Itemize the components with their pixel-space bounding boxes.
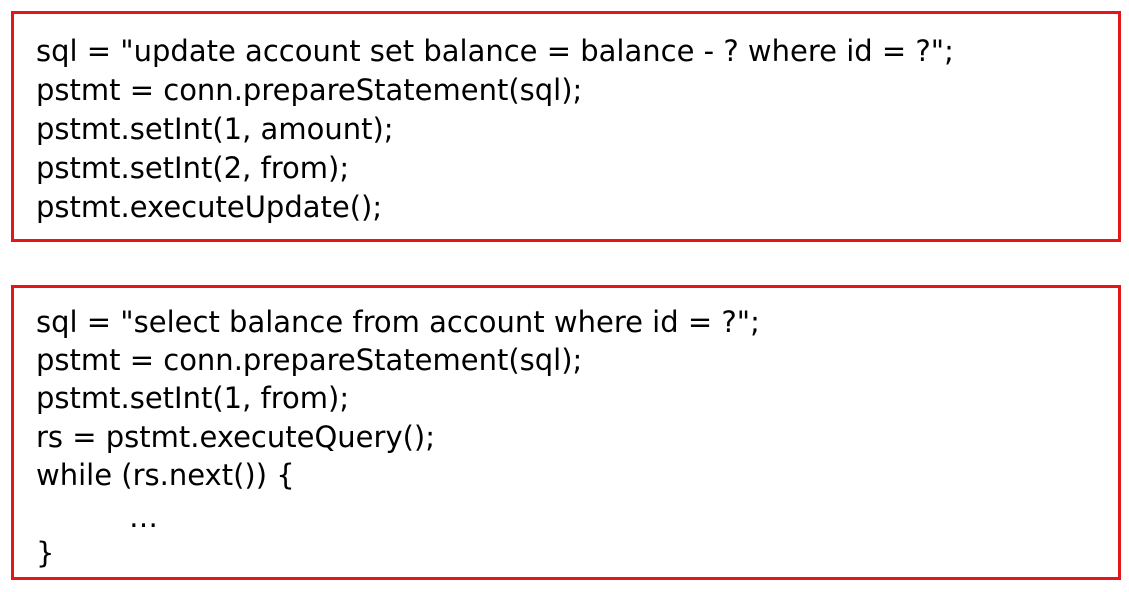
- code-ellipsis: …: [129, 500, 158, 534]
- code-line: }: [36, 536, 55, 570]
- code-line: while (rs.next()) {: [36, 458, 295, 492]
- code-line: sql = "update account set balance = bala…: [36, 34, 954, 68]
- code-line: pstmt.setInt(1, amount);: [36, 112, 394, 146]
- update-code-box: sql = "update account set balance = bala…: [11, 11, 1121, 242]
- code-line: pstmt = conn.prepareStatement(sql);: [36, 73, 583, 107]
- select-code-box: sql = "select balance from account where…: [11, 285, 1121, 580]
- code-line: rs = pstmt.executeQuery();: [36, 420, 436, 454]
- code-line: pstmt = conn.prepareStatement(sql);: [36, 343, 583, 377]
- code-line: pstmt.setInt(2, from);: [36, 151, 350, 185]
- code-line: pstmt.setInt(1, from);: [36, 381, 350, 415]
- code-line: pstmt.executeUpdate();: [36, 190, 383, 224]
- code-line: sql = "select balance from account where…: [36, 305, 760, 339]
